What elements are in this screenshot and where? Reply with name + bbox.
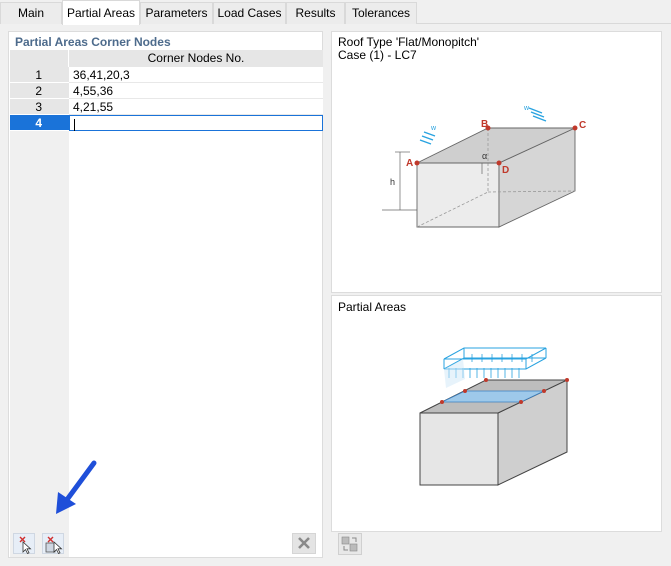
table-row-selected[interactable]: 4 bbox=[10, 115, 323, 131]
node-label-d: D bbox=[502, 165, 509, 176]
pick-surface-button[interactable] bbox=[42, 533, 64, 555]
tab-parameters[interactable]: Parameters bbox=[140, 2, 213, 24]
row-number[interactable]: 4 bbox=[10, 115, 69, 131]
svg-text:w: w bbox=[430, 125, 437, 132]
partial-areas-diagram bbox=[419, 347, 569, 486]
row-number[interactable]: 3 bbox=[10, 99, 69, 115]
partial-areas-figure-panel: Partial Areas bbox=[331, 295, 662, 532]
node-label-c: C bbox=[579, 120, 586, 131]
swap-view-button[interactable] bbox=[338, 533, 362, 555]
pick-surface-icon bbox=[45, 536, 63, 555]
node-label-a: A bbox=[406, 158, 413, 169]
pick-nodes-icon bbox=[19, 536, 32, 555]
pick-nodes-button[interactable] bbox=[13, 533, 35, 555]
tab-results[interactable]: Results bbox=[286, 2, 345, 24]
tab-load-cases[interactable]: Load Cases bbox=[213, 2, 286, 24]
table-row[interactable]: 3 4,21,55 bbox=[10, 99, 323, 115]
corner-nodes-cell[interactable]: 36,41,20,3 bbox=[69, 67, 323, 83]
table-header: Corner Nodes No. bbox=[10, 50, 323, 67]
corner-nodes-cell[interactable]: 4,21,55 bbox=[69, 99, 323, 115]
table-row[interactable]: 1 36,41,20,3 bbox=[10, 67, 323, 83]
tab-tolerances[interactable]: Tolerances bbox=[345, 2, 417, 24]
tab-bar: Main Partial Areas Parameters Load Cases… bbox=[0, 0, 671, 25]
annotation-arrow-icon bbox=[56, 460, 97, 514]
column-header-corner-nodes: Corner Nodes No. bbox=[69, 50, 323, 67]
panel-title: Partial Areas Corner Nodes bbox=[15, 35, 171, 49]
node-label-b: B bbox=[481, 119, 488, 130]
svg-text:w: w bbox=[523, 105, 530, 112]
h-dimension-label: h bbox=[390, 177, 395, 187]
text-caret bbox=[74, 118, 75, 131]
angle-label: α bbox=[482, 151, 487, 161]
corner-nodes-input[interactable] bbox=[69, 115, 323, 131]
corner-nodes-cell[interactable]: 4,55,36 bbox=[69, 83, 323, 99]
table-row[interactable]: 2 4,55,36 bbox=[10, 83, 323, 99]
wind-icon: w bbox=[419, 125, 437, 145]
roof-type-figure-panel: Roof Type 'Flat/Monopitch' Case (1) - LC… bbox=[331, 31, 662, 293]
swap-view-icon bbox=[341, 536, 358, 552]
delete-x-icon bbox=[298, 537, 310, 549]
row-number[interactable]: 2 bbox=[10, 83, 69, 99]
tab-partial-areas[interactable]: Partial Areas bbox=[62, 0, 140, 25]
table-corner-cell bbox=[10, 50, 69, 67]
delete-button[interactable] bbox=[292, 533, 316, 554]
tab-main[interactable]: Main bbox=[0, 2, 62, 24]
roof-diagram: α h A B C D w w bbox=[382, 105, 586, 228]
row-number[interactable]: 1 bbox=[10, 67, 69, 83]
wind-icon: w bbox=[523, 105, 547, 122]
